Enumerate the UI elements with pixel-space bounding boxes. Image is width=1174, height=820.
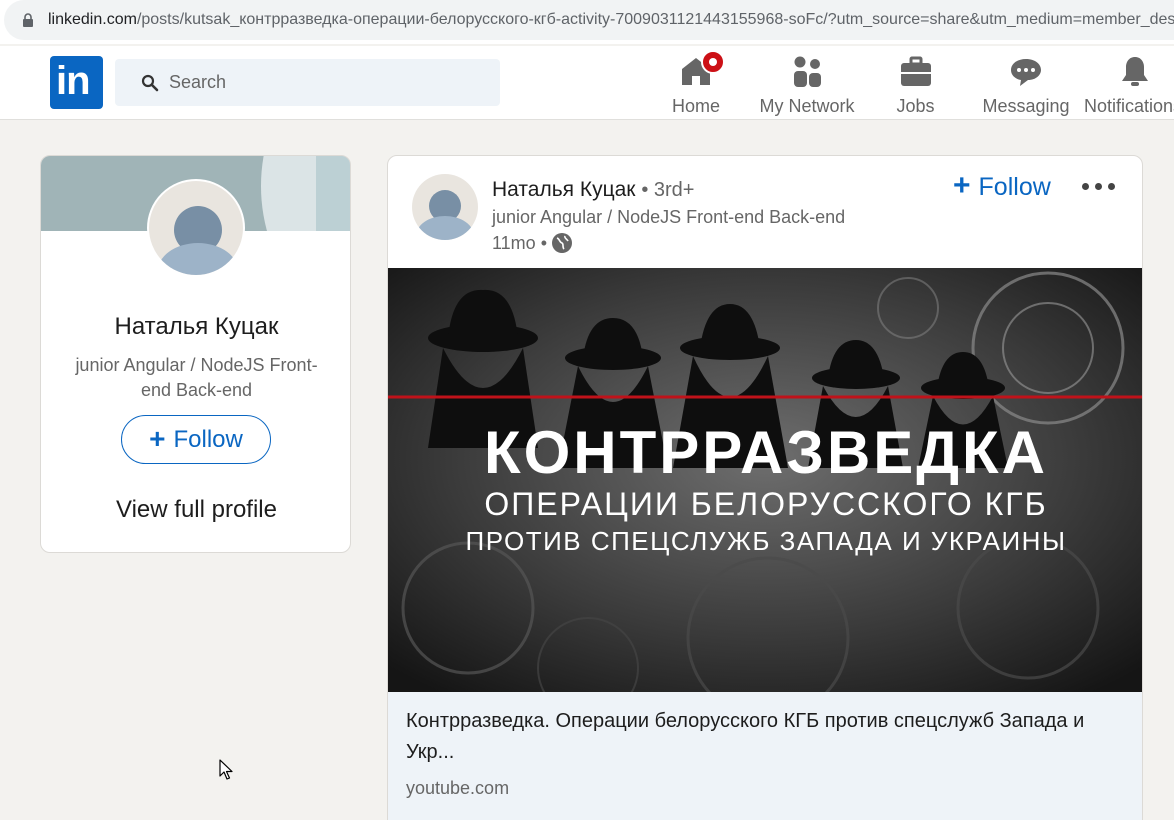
link-preview[interactable]: Контрразведка. Операции белорусского КГБ… [388,692,1142,820]
thumbnail-subtitle: ОПЕРАЦИИ БЕЛОРУССКОГО КГБ [484,486,1048,522]
nav-my-network[interactable]: My Network [756,46,858,120]
nav-messaging[interactable]: Messaging [982,46,1070,120]
url-field[interactable]: linkedin.com/posts/kutsak_контрразведка-… [4,0,1174,40]
post-author-name: Наталья Куцак [492,178,636,201]
profile-name[interactable]: Наталья Куцак [41,313,350,341]
thumbnail-title: КОНТРРАЗВЕДКА [484,419,1048,486]
profile-headline: junior Angular / NodeJS Front-end Back-e… [75,355,318,400]
post-time: 11mo [492,232,536,253]
bell-icon [1118,54,1152,88]
plus-icon: + [149,422,166,454]
briefcase-icon [899,54,933,88]
more-options-icon[interactable] [1082,182,1116,192]
post-author[interactable]: Наталья Куцак • 3rd+ [492,178,694,202]
profile-card: Наталья Куцак junior Angular / NodeJS Fr… [40,155,351,553]
globe-icon [552,233,573,253]
follow-button[interactable]: + Follow [121,415,271,464]
url-host: linkedin.com [48,11,137,28]
post-follow-button[interactable]: + Follow [953,169,1051,203]
nav-notifications-label: Notifications [1084,96,1174,116]
url-text[interactable]: linkedin.com/posts/kutsak_контрразведка-… [48,11,1174,29]
nav-notifications[interactable]: Notifications [1084,46,1174,120]
nav-jobs-label: Jobs [896,96,935,116]
post-author-headline: junior Angular / NodeJS Front-end Back-e… [492,207,846,227]
network-icon [790,54,824,88]
url-path: /posts/kutsak_контрразведка-операции-бел… [136,11,1174,28]
search-input[interactable] [169,59,489,106]
notification-badge [701,50,725,74]
nav-my-network-label: My Network [759,96,855,116]
follow-label: Follow [173,425,243,453]
link-title: Контрразведка. Операции белорусского КГБ… [406,710,1085,763]
nav-messaging-label: Messaging [982,96,1070,116]
top-nav: in Home My Network [0,46,1174,120]
plus-icon: + [953,169,971,202]
connection-degree: 3rd+ [653,179,695,201]
linkedin-logo[interactable]: in [50,56,103,109]
link-source: youtube.com [406,778,510,798]
nav-home-label: Home [671,96,720,116]
view-full-profile-link[interactable]: View full profile [41,496,350,524]
nav-jobs[interactable]: Jobs [893,46,938,120]
post-meta: 11mo • [492,232,573,254]
video-thumbnail[interactable]: КОНТРРАЗВЕДКА ОПЕРАЦИИ БЕЛОРУССКОГО КГБ … [388,268,1142,692]
nav-home[interactable]: Home [671,46,725,120]
post-author-avatar[interactable] [412,174,478,240]
avatar[interactable] [147,179,245,277]
post-follow-label: Follow [978,173,1051,201]
search-icon [141,74,159,92]
search-bar [115,59,500,106]
browser-address-bar: linkedin.com/posts/kutsak_контрразведка-… [0,0,1174,44]
mouse-cursor-icon [219,759,233,780]
chat-icon [1009,54,1043,88]
thumbnail-subtitle-2: ПРОТИВ СПЕЦСЛУЖБ ЗАПАДА И УКРАИНЫ [465,526,1067,556]
lock-icon[interactable] [22,13,34,27]
post-card: Наталья Куцак • 3rd+ junior Angular / No… [387,155,1143,820]
home-icon [679,50,725,88]
